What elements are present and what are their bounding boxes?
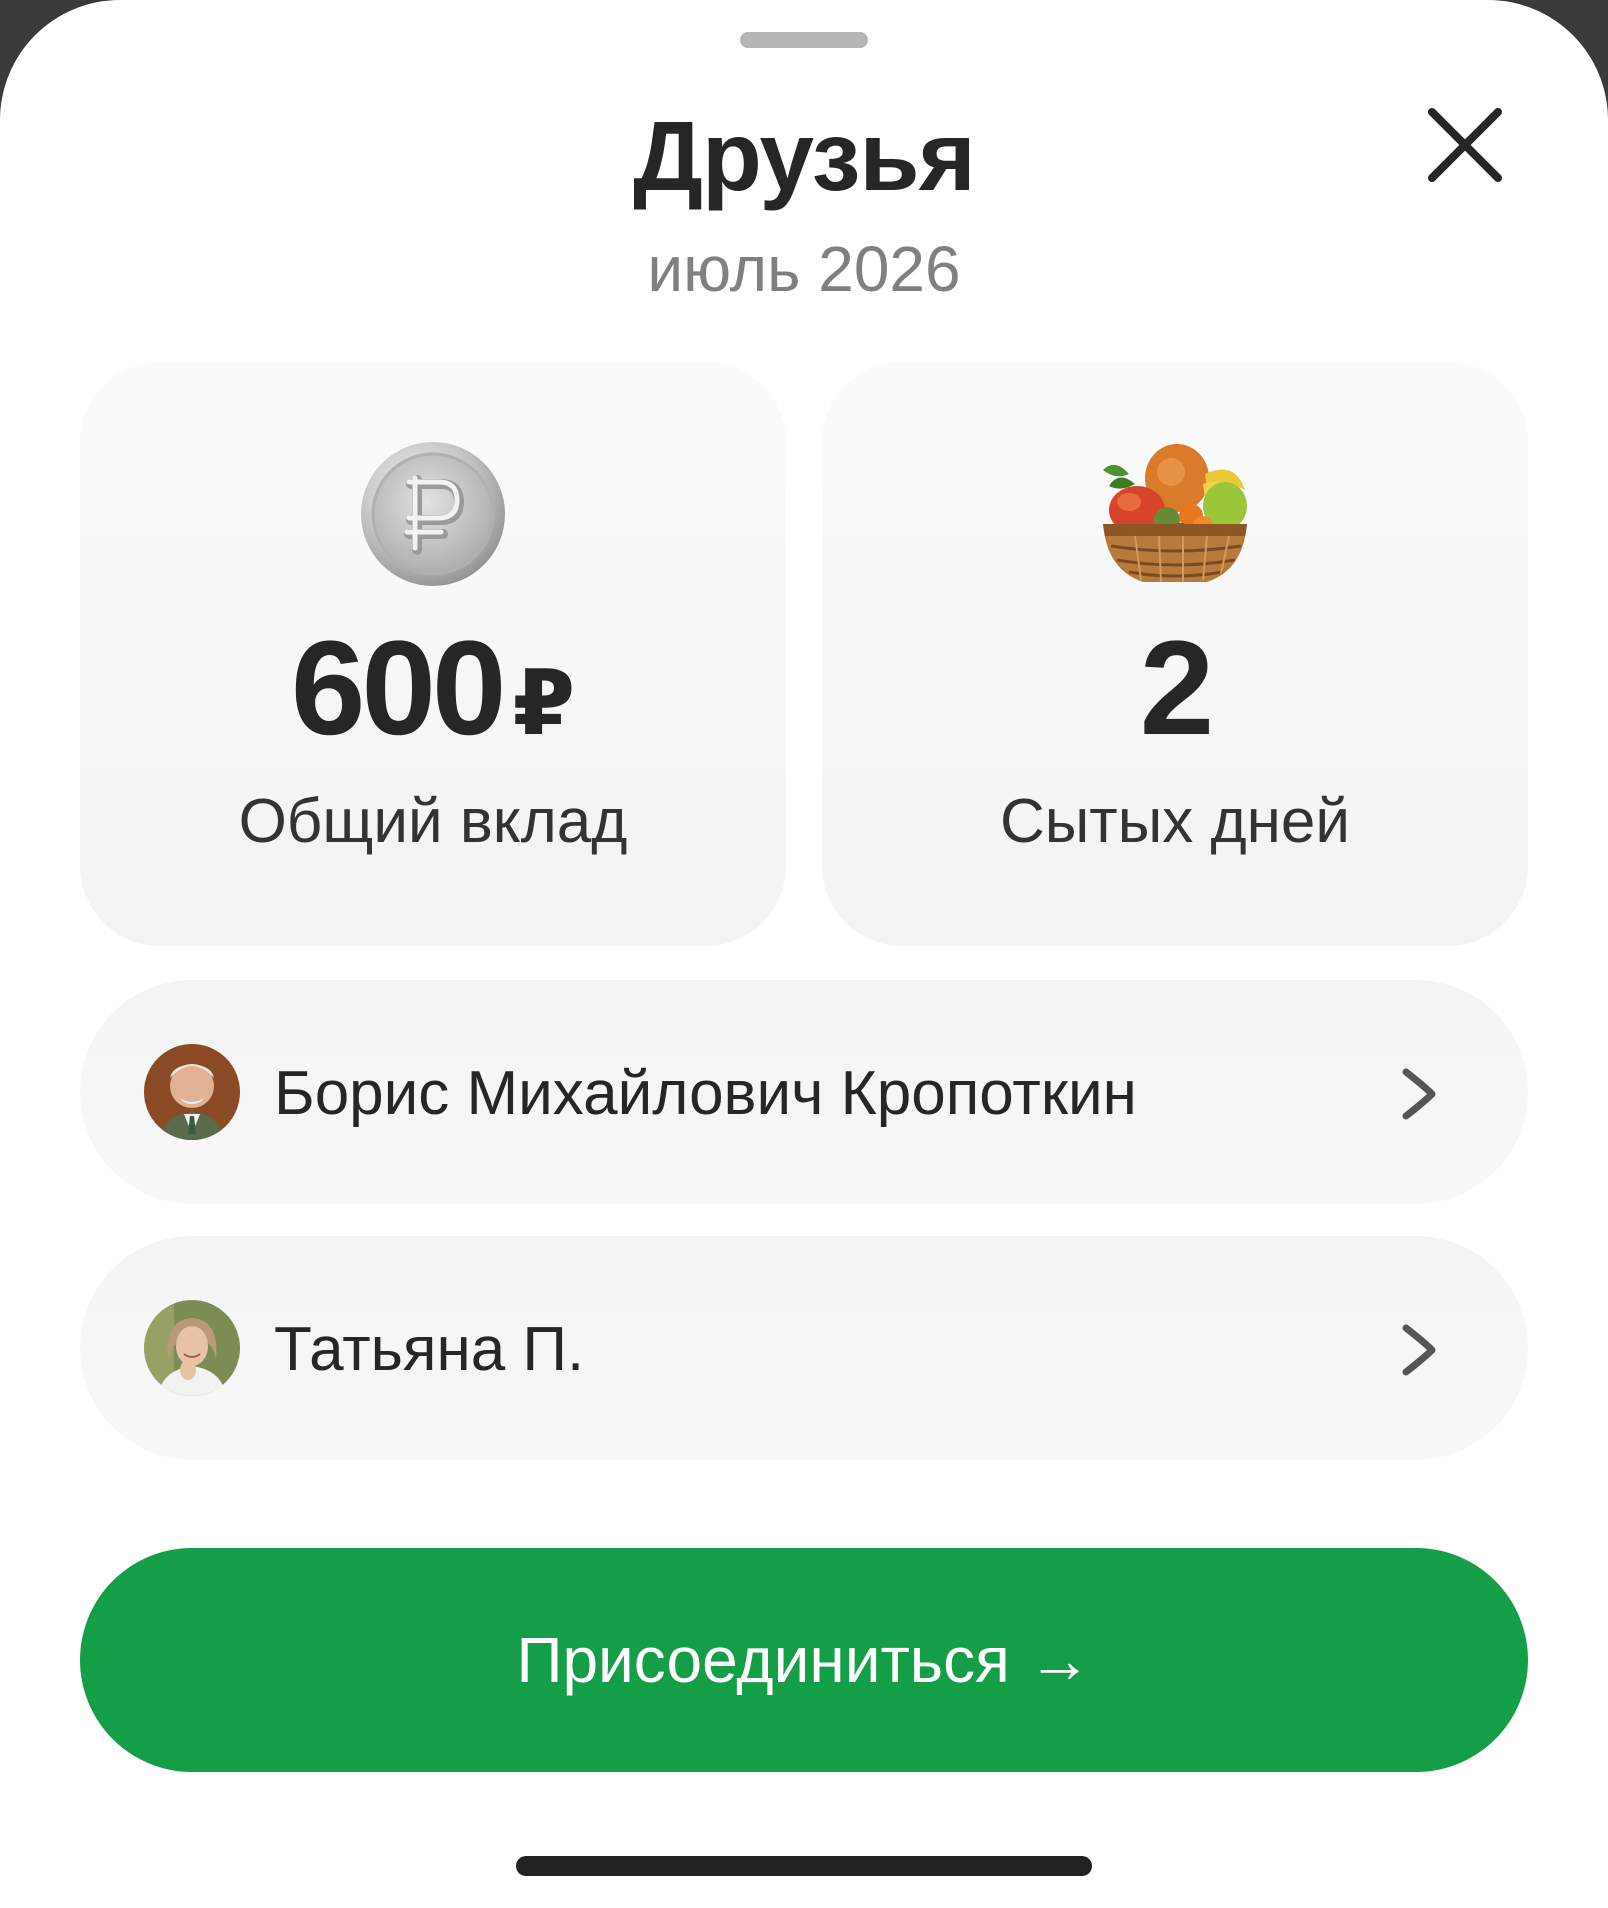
total-contribution-card: 600 ₽ Общий вклад: [80, 362, 786, 946]
friend-row[interactable]: Борис Михайлович Кропоткин: [80, 980, 1528, 1204]
total-contribution-label: Общий вклад: [238, 787, 628, 856]
friend-name: Татьяна П.: [274, 1315, 585, 1384]
join-button[interactable]: Присоединиться →: [80, 1548, 1528, 1772]
chevron-right-icon: [1398, 1322, 1438, 1378]
close-button[interactable]: [1420, 100, 1510, 190]
fruit-basket-icon: [1095, 440, 1255, 593]
close-icon: [1428, 108, 1502, 182]
friend-name: Борис Михайлович Кропоткин: [274, 1059, 1137, 1128]
fed-days-card: 2 Сытых дней: [822, 362, 1528, 946]
period-subtitle: июль 2026: [647, 233, 961, 305]
page-title: Друзья: [633, 101, 976, 211]
avatar: [144, 1044, 240, 1140]
fed-days-value: 2: [1139, 614, 1215, 763]
chevron-right-icon: [1398, 1066, 1438, 1122]
friend-row[interactable]: Татьяна П.: [80, 1236, 1528, 1460]
currency-unit: ₽: [512, 654, 576, 754]
avatar: [144, 1300, 240, 1396]
home-indicator: [516, 1856, 1092, 1876]
silver-ruble-coin-icon: [359, 440, 507, 593]
total-contribution-value: 600 ₽: [290, 614, 576, 763]
friends-sheet: Друзья июль 2026 600 ₽ Общий вклад 2 Сыт…: [0, 0, 1608, 1908]
sheet-grabber[interactable]: [740, 32, 868, 48]
fed-days-label: Сытых дней: [999, 787, 1351, 856]
